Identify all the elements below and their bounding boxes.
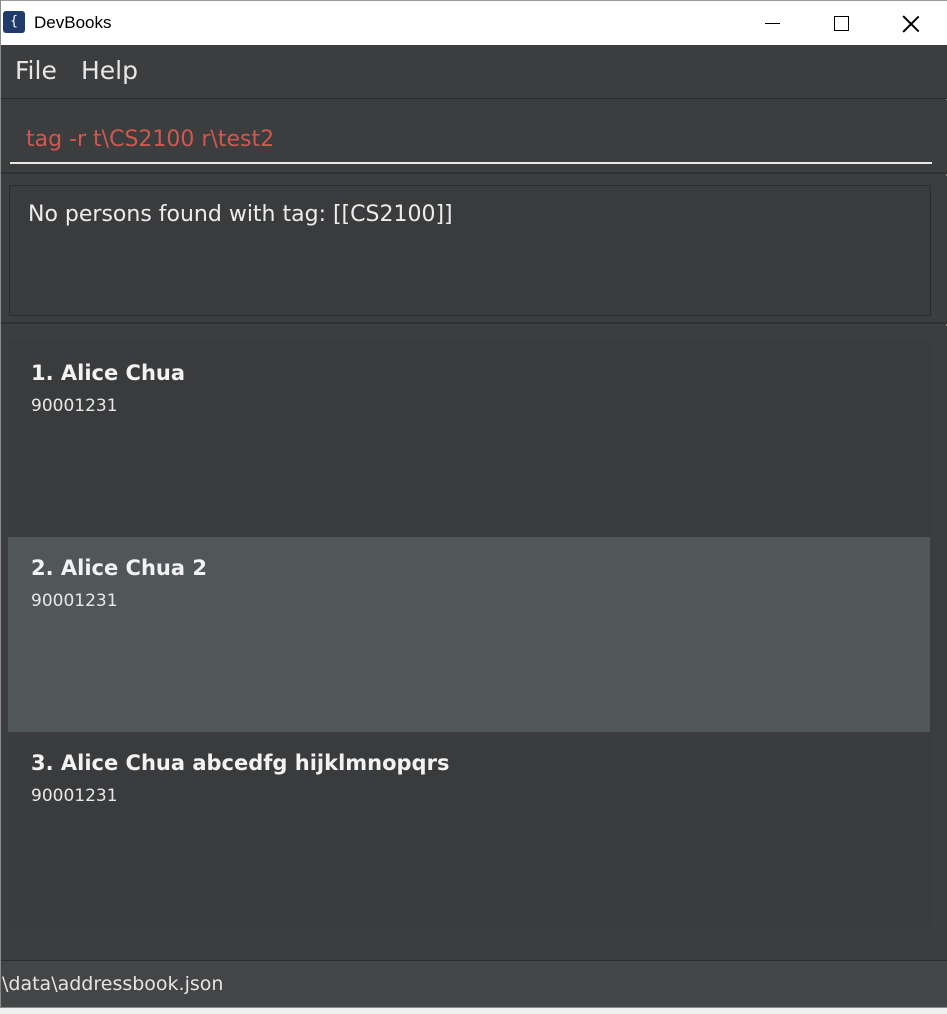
app-window: { } DevBooks File Help No persons found … (0, 0, 947, 1008)
menu-bar: File Help (1, 45, 947, 99)
person-name: 3. Alice Chua abcedfg hijklmnopqrs (31, 751, 450, 775)
menu-file[interactable]: File (15, 56, 57, 85)
close-icon (902, 15, 920, 33)
command-box (1, 100, 947, 174)
person-card-selected[interactable]: 2. Alice Chua 2 90001231 (8, 537, 930, 732)
result-display-area: No persons found with tag: [[CS2100]] (1, 176, 947, 324)
person-card[interactable]: 1. Alice Chua 90001231 (8, 342, 930, 537)
person-name: 2. Alice Chua 2 (31, 556, 207, 580)
save-location-path: \data\addressbook.json (2, 973, 224, 995)
menu-help[interactable]: Help (81, 56, 138, 85)
status-bar: \data\addressbook.json (1, 960, 947, 1007)
close-button[interactable] (877, 1, 945, 46)
person-phone: 90001231 (31, 591, 118, 611)
person-list[interactable]: 1. Alice Chua 90001231 2. Alice Chua 2 9… (8, 342, 930, 927)
maximize-button[interactable] (807, 1, 875, 46)
maximize-icon (833, 16, 849, 31)
person-list-area: 1. Alice Chua 90001231 2. Alice Chua 2 9… (1, 326, 947, 960)
app-logo-icon: { } (3, 11, 25, 51)
person-phone: 90001231 (31, 396, 118, 416)
person-phone: 90001231 (31, 786, 118, 806)
command-input[interactable] (10, 116, 932, 164)
minimize-icon (764, 22, 780, 25)
window-title: DevBooks (34, 13, 112, 32)
title-bar: { } DevBooks (1, 0, 947, 51)
person-name: 1. Alice Chua (31, 361, 186, 385)
result-display: No persons found with tag: [[CS2100]] (9, 185, 931, 316)
minimize-button[interactable] (738, 1, 806, 46)
person-card[interactable]: 3. Alice Chua abcedfg hijklmnopqrs 90001… (8, 732, 930, 927)
